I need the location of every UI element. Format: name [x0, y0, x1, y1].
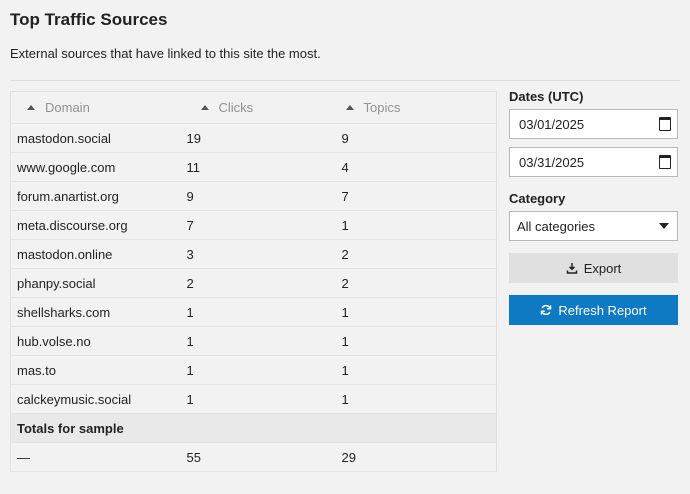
refresh-label: Refresh Report	[558, 302, 647, 318]
table-row: hub.volse.no 1 1	[10, 326, 497, 356]
topics-cell: 7	[335, 181, 497, 211]
category-select[interactable]: All categories	[509, 211, 678, 241]
column-header-domain[interactable]: Domain	[10, 91, 181, 124]
traffic-sources-table: Domain Clicks Topics mastodon.social 19 …	[10, 91, 497, 472]
end-date-input[interactable]: 03/31/2025	[509, 147, 678, 177]
table-row: mas.to 1 1	[10, 355, 497, 385]
column-header-topics[interactable]: Topics	[335, 91, 497, 124]
table-row: mastodon.social 19 9	[10, 123, 497, 153]
table-row: forum.anartist.org 9 7	[10, 181, 497, 211]
table-row: meta.discourse.org 7 1	[10, 210, 497, 240]
totals-topics-cell: 29	[335, 442, 497, 472]
topics-cell: 1	[335, 297, 497, 327]
clicks-cell: 2	[180, 268, 336, 298]
table-row: shellsharks.com 1 1	[10, 297, 497, 327]
clicks-cell: 11	[180, 152, 336, 182]
domain-cell: meta.discourse.org	[10, 210, 181, 240]
totals-label: Totals for sample	[10, 413, 497, 443]
category-value: All categories	[517, 218, 596, 234]
totals-row: — 55 29	[10, 442, 497, 472]
topics-cell: 1	[335, 384, 497, 414]
clicks-cell: 1	[180, 326, 336, 356]
report-filters: Dates (UTC) 03/01/2025 03/31/2025 Catego…	[509, 89, 678, 325]
divider	[10, 80, 680, 81]
domain-cell: hub.volse.no	[10, 326, 181, 356]
sort-arrow-icon	[27, 105, 35, 111]
topics-cell: 2	[335, 268, 497, 298]
totals-domain-cell: —	[10, 442, 181, 472]
start-date-value: 03/01/2025	[519, 116, 585, 132]
download-icon	[566, 263, 577, 274]
domain-cell: calckeymusic.social	[10, 384, 181, 414]
domain-cell: www.google.com	[10, 152, 181, 182]
calendar-icon[interactable]	[659, 155, 671, 169]
clicks-cell: 19	[180, 123, 336, 153]
page-title: Top Traffic Sources	[10, 10, 168, 29]
table-header-row: Domain Clicks Topics	[10, 91, 497, 124]
clicks-cell: 1	[180, 355, 336, 385]
clicks-cell: 7	[180, 210, 336, 240]
category-label: Category	[509, 191, 566, 206]
topics-cell: 1	[335, 326, 497, 356]
totals-label-row: Totals for sample	[10, 413, 497, 443]
domain-cell: mastodon.social	[10, 123, 181, 153]
topics-cell: 1	[335, 355, 497, 385]
topics-cell: 2	[335, 239, 497, 269]
end-date-value: 03/31/2025	[519, 154, 585, 170]
calendar-icon[interactable]	[659, 117, 671, 131]
table-row: phanpy.social 2 2	[10, 268, 497, 298]
export-button[interactable]: Export	[509, 253, 678, 283]
chevron-down-icon	[659, 223, 669, 229]
topics-cell: 4	[335, 152, 497, 182]
clicks-cell: 1	[180, 384, 336, 414]
export-label: Export	[583, 260, 622, 276]
table-row: www.google.com 11 4	[10, 152, 497, 182]
domain-cell: mastodon.online	[10, 239, 181, 269]
clicks-cell: 3	[180, 239, 336, 269]
topics-cell: 9	[335, 123, 497, 153]
clicks-cell: 9	[180, 181, 336, 211]
table-row: calckeymusic.social 1 1	[10, 384, 497, 414]
page-description: External sources that have linked to thi…	[10, 46, 321, 61]
totals-clicks-cell: 55	[180, 442, 336, 472]
sort-arrow-icon	[200, 105, 209, 111]
topics-cell: 1	[335, 210, 497, 240]
table-row: mastodon.online 3 2	[10, 239, 497, 269]
start-date-input[interactable]: 03/01/2025	[509, 109, 678, 139]
sort-arrow-icon	[345, 105, 354, 111]
clicks-cell: 1	[180, 297, 336, 327]
domain-cell: forum.anartist.org	[10, 181, 181, 211]
refresh-icon	[541, 304, 552, 316]
domain-cell: mas.to	[10, 355, 181, 385]
column-header-clicks[interactable]: Clicks	[180, 91, 336, 124]
domain-cell: shellsharks.com	[10, 297, 181, 327]
dates-label: Dates (UTC)	[509, 89, 584, 104]
refresh-report-button[interactable]: Refresh Report	[509, 295, 678, 325]
domain-cell: phanpy.social	[10, 268, 181, 298]
